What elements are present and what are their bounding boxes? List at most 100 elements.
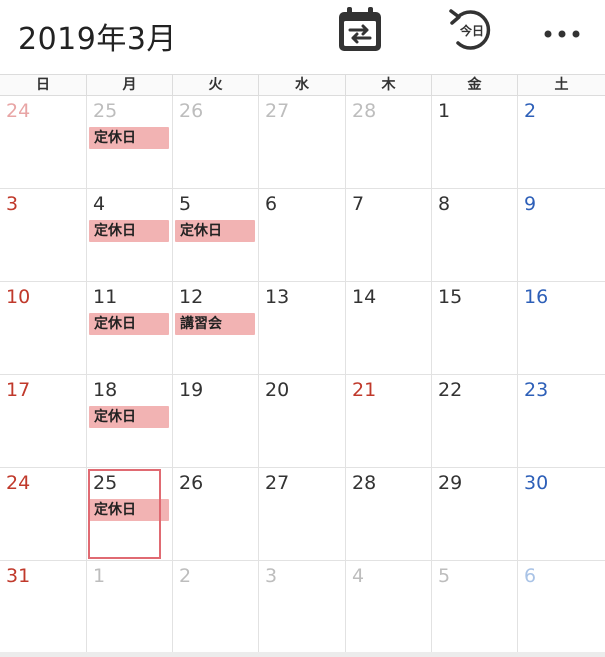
day-cell[interactable]: 13 xyxy=(259,282,346,375)
day-cell[interactable]: 16 xyxy=(518,282,605,375)
month-title[interactable]: 2019年3月 xyxy=(18,14,177,58)
day-cell[interactable]: 6 xyxy=(518,561,605,653)
day-cell[interactable]: 19 xyxy=(173,375,259,468)
day-cell[interactable]: 7 xyxy=(346,189,432,282)
weekday-label-tue: 火 xyxy=(173,75,259,95)
event-label[interactable]: 定休日 xyxy=(89,220,169,242)
day-cell[interactable]: 1 xyxy=(87,561,173,653)
today-button[interactable]: 今日 xyxy=(446,4,496,54)
weekday-label-wed: 水 xyxy=(259,75,346,95)
day-number: 2 xyxy=(179,565,192,587)
month-grid: 24 25 定休日 26 27 28 1 2 3 4 定休日 5 定休日 6 7 8 9 10 11 定休日 12 講習会… xyxy=(0,96,605,657)
day-number: 27 xyxy=(265,100,290,122)
day-cell[interactable]: 25 定休日 xyxy=(87,96,173,189)
day-number: 11 xyxy=(93,286,118,308)
day-cell[interactable]: 23 xyxy=(518,375,605,468)
day-number: 26 xyxy=(179,100,204,122)
day-number: 23 xyxy=(524,379,549,401)
day-number: 30 xyxy=(524,472,549,494)
day-cell[interactable]: 11 定休日 xyxy=(87,282,173,375)
day-cell[interactable]: 1 xyxy=(432,96,518,189)
day-number: 3 xyxy=(265,565,278,587)
day-number: 28 xyxy=(352,472,377,494)
day-number: 24 xyxy=(6,472,31,494)
day-number: 1 xyxy=(438,100,451,122)
day-number: 20 xyxy=(265,379,290,401)
day-cell[interactable]: 4 定休日 xyxy=(87,189,173,282)
day-number: 5 xyxy=(438,565,451,587)
day-cell[interactable]: 3 xyxy=(259,561,346,653)
day-cell[interactable]: 30 xyxy=(518,468,605,561)
day-cell[interactable]: 25 定休日 xyxy=(87,468,173,561)
day-number: 31 xyxy=(6,565,31,587)
day-number: 16 xyxy=(524,286,549,308)
day-cell[interactable]: 5 定休日 xyxy=(173,189,259,282)
day-cell[interactable]: 3 xyxy=(0,189,87,282)
calendar-sync-icon xyxy=(339,7,381,51)
bottom-divider xyxy=(0,652,605,657)
day-number: 29 xyxy=(438,472,463,494)
day-cell[interactable]: 20 xyxy=(259,375,346,468)
day-number: 2 xyxy=(524,100,537,122)
event-label[interactable]: 定休日 xyxy=(89,313,169,335)
day-number: 28 xyxy=(352,100,377,122)
day-cell[interactable]: 22 xyxy=(432,375,518,468)
day-cell[interactable]: 29 xyxy=(432,468,518,561)
day-number: 13 xyxy=(265,286,290,308)
day-cell[interactable]: 5 xyxy=(432,561,518,653)
day-number: 1 xyxy=(93,565,106,587)
day-cell[interactable]: 12 講習会 xyxy=(173,282,259,375)
day-cell[interactable]: 28 xyxy=(346,468,432,561)
day-number: 17 xyxy=(6,379,31,401)
weekday-label-sat: 土 xyxy=(554,77,569,93)
day-cell[interactable]: 27 xyxy=(259,96,346,189)
day-cell[interactable]: 10 xyxy=(0,282,87,375)
day-cell[interactable]: 24 xyxy=(0,96,87,189)
day-cell[interactable]: 9 xyxy=(518,189,605,282)
day-cell[interactable]: 26 xyxy=(173,468,259,561)
day-cell[interactable]: 2 xyxy=(518,96,605,189)
day-number: 14 xyxy=(352,286,377,308)
day-cell[interactable]: 6 xyxy=(259,189,346,282)
more-icon xyxy=(544,30,580,38)
event-label[interactable]: 講習会 xyxy=(175,313,255,335)
day-number: 15 xyxy=(438,286,463,308)
day-cell[interactable]: 26 xyxy=(173,96,259,189)
day-cell[interactable]: 14 xyxy=(346,282,432,375)
weekday-label-thu: 木 xyxy=(346,75,432,95)
day-cell[interactable]: 27 xyxy=(259,468,346,561)
day-number: 8 xyxy=(438,193,451,215)
day-cell[interactable]: 8 xyxy=(432,189,518,282)
more-button[interactable] xyxy=(540,20,584,48)
event-label[interactable]: 定休日 xyxy=(89,127,169,149)
day-number: 4 xyxy=(352,565,365,587)
weekday-label-sun: 日 xyxy=(0,75,87,95)
day-cell[interactable]: 31 xyxy=(0,561,87,653)
day-number: 27 xyxy=(265,472,290,494)
day-number: 4 xyxy=(93,193,106,215)
weekday-header: 日月火水木金 土 xyxy=(0,74,605,96)
weekday-label-fri: 金 xyxy=(432,75,518,95)
day-number: 12 xyxy=(179,286,204,308)
event-label[interactable]: 定休日 xyxy=(89,406,169,428)
event-label[interactable]: 定休日 xyxy=(175,220,255,242)
day-cell[interactable]: 21 xyxy=(346,375,432,468)
day-number: 9 xyxy=(524,193,537,215)
day-number: 18 xyxy=(93,379,118,401)
event-label[interactable]: 定休日 xyxy=(89,499,169,521)
day-cell[interactable]: 15 xyxy=(432,282,518,375)
day-number: 21 xyxy=(352,379,377,401)
day-cell[interactable]: 18 定休日 xyxy=(87,375,173,468)
day-number: 7 xyxy=(352,193,365,215)
day-number: 26 xyxy=(179,472,204,494)
day-cell[interactable]: 2 xyxy=(173,561,259,653)
day-number: 24 xyxy=(6,100,31,122)
day-cell[interactable]: 28 xyxy=(346,96,432,189)
sync-button[interactable] xyxy=(336,6,384,54)
day-cell[interactable]: 17 xyxy=(0,375,87,468)
day-cell[interactable]: 4 xyxy=(346,561,432,653)
weekday-label-mon: 月 xyxy=(87,75,173,95)
day-cell[interactable]: 24 xyxy=(0,468,87,561)
day-number: 22 xyxy=(438,379,463,401)
day-number: 6 xyxy=(524,565,537,587)
